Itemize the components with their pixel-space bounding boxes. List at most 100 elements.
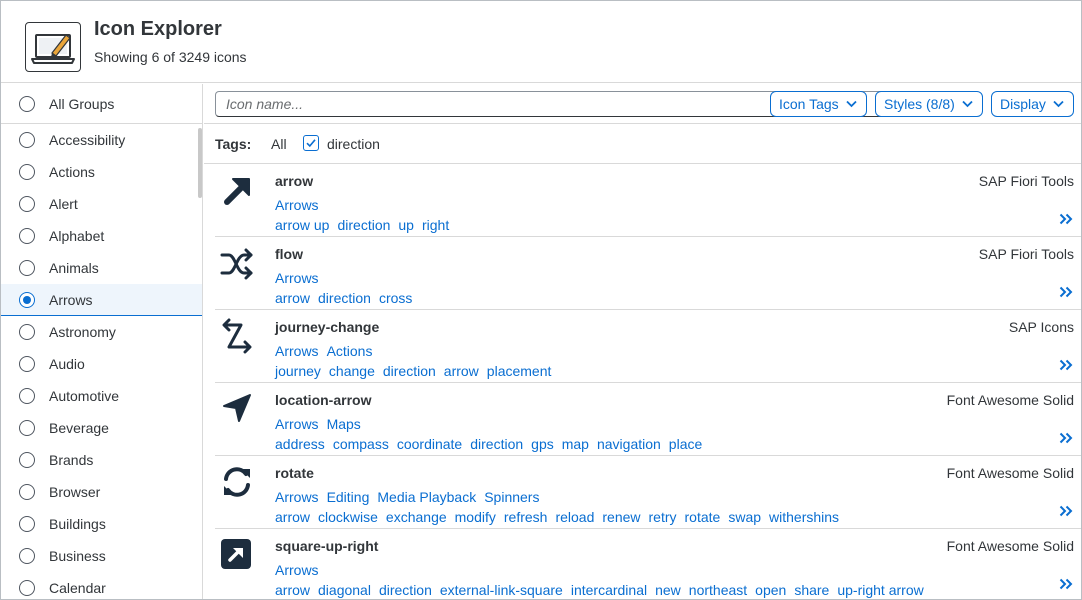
tag-link[interactable]: journey	[275, 363, 321, 379]
tag-link[interactable]: refresh	[504, 509, 548, 525]
tag-link[interactable]: share	[794, 582, 829, 598]
tag-all-link[interactable]: All	[271, 136, 287, 152]
icon-result-row[interactable]: flow SAP Fiori Tools Arrows arrow direction c…	[215, 237, 1081, 310]
tag-link[interactable]: modify	[455, 509, 496, 525]
direction-tag-checkbox[interactable]	[303, 135, 319, 151]
tag-link[interactable]: renew	[602, 509, 640, 525]
tag-link[interactable]: direction	[379, 582, 432, 598]
double-chevron-right-icon[interactable]	[1059, 285, 1073, 298]
sidebar-item-buildings[interactable]: Buildings	[1, 508, 202, 540]
sidebar-item-accessibility[interactable]: Accessibility	[1, 124, 202, 156]
tag-link[interactable]: right	[422, 217, 449, 233]
tag-link[interactable]: new	[655, 582, 681, 598]
all-groups-row[interactable]: All Groups	[1, 84, 202, 124]
double-chevron-right-icon[interactable]	[1059, 504, 1073, 517]
tag-link[interactable]: up	[398, 217, 414, 233]
radio-button[interactable]	[19, 452, 35, 468]
sidebar-item-arrows[interactable]: Arrows	[1, 284, 202, 316]
radio-button[interactable]	[19, 196, 35, 212]
tag-link[interactable]: placement	[487, 363, 552, 379]
direction-tag-label[interactable]: direction	[327, 136, 380, 152]
group-link[interactable]: Arrows	[275, 562, 319, 578]
radio-button[interactable]	[19, 260, 35, 276]
tag-link[interactable]: direction	[470, 436, 523, 452]
radio-button[interactable]	[19, 356, 35, 372]
tag-link[interactable]: exchange	[386, 509, 447, 525]
tag-link[interactable]: open	[755, 582, 786, 598]
tag-link[interactable]: swap	[728, 509, 761, 525]
tag-link[interactable]: place	[669, 436, 702, 452]
icon-result-row[interactable]: square-up-right Font Awesome Solid Arrows a…	[215, 529, 1081, 599]
tag-link[interactable]: rotate	[685, 509, 721, 525]
group-link[interactable]: Arrows	[275, 270, 319, 286]
tag-link[interactable]: withershins	[769, 509, 839, 525]
tag-link[interactable]: direction	[337, 217, 390, 233]
tag-link[interactable]: retry	[649, 509, 677, 525]
radio-button[interactable]	[19, 484, 35, 500]
sidebar-item-astronomy[interactable]: Astronomy	[1, 316, 202, 348]
group-link[interactable]: Maps	[327, 416, 361, 432]
radio-button[interactable]	[19, 132, 35, 148]
radio-button[interactable]	[19, 164, 35, 180]
icon-result-row[interactable]: journey-change SAP Icons Arrows Actions jour…	[215, 310, 1081, 383]
tag-link[interactable]: northeast	[689, 582, 747, 598]
tag-link[interactable]: arrow	[275, 582, 310, 598]
double-chevron-right-icon[interactable]	[1059, 431, 1073, 444]
tag-link[interactable]: arrow up	[275, 217, 329, 233]
sidebar-item-alphabet[interactable]: Alphabet	[1, 220, 202, 252]
radio-button[interactable]	[19, 548, 35, 564]
sidebar-scrollbar[interactable]	[198, 128, 202, 198]
radio-button[interactable]	[19, 516, 35, 532]
group-link[interactable]: Spinners	[484, 489, 539, 505]
tag-link[interactable]: external-link-square	[440, 582, 563, 598]
sidebar-item-beverage[interactable]: Beverage	[1, 412, 202, 444]
tag-link[interactable]: map	[562, 436, 589, 452]
sidebar-item-browser[interactable]: Browser	[1, 476, 202, 508]
group-link[interactable]: Arrows	[275, 343, 319, 359]
display-button[interactable]: Display	[991, 91, 1074, 117]
all-groups-radio-row[interactable]: All Groups	[1, 84, 202, 124]
double-chevron-right-icon[interactable]	[1059, 577, 1073, 590]
tag-link[interactable]: change	[329, 363, 375, 379]
icon-tags-button[interactable]: Icon Tags	[770, 91, 867, 117]
group-link[interactable]: Actions	[327, 343, 373, 359]
sidebar-item-alert[interactable]: Alert	[1, 188, 202, 220]
tag-link[interactable]: arrow	[444, 363, 479, 379]
radio-button[interactable]	[19, 388, 35, 404]
radio-button[interactable]	[19, 580, 35, 596]
radio-button[interactable]	[19, 324, 35, 340]
styles-button[interactable]: Styles (8/8)	[875, 91, 983, 117]
double-chevron-right-icon[interactable]	[1059, 212, 1073, 225]
tag-link[interactable]: direction	[383, 363, 436, 379]
sidebar-item-calendar[interactable]: Calendar	[1, 572, 202, 599]
radio-button[interactable]	[19, 96, 35, 112]
group-link[interactable]: Editing	[327, 489, 370, 505]
radio-button[interactable]	[19, 228, 35, 244]
icon-result-row[interactable]: rotate Font Awesome Solid Arrows Editing Med…	[215, 456, 1081, 529]
tag-link[interactable]: reload	[555, 509, 594, 525]
tag-link[interactable]: cross	[379, 290, 412, 306]
icon-result-row[interactable]: location-arrow Font Awesome Solid Arrows Ma…	[215, 383, 1081, 456]
sidebar-item-business[interactable]: Business	[1, 540, 202, 572]
group-link[interactable]: Arrows	[275, 197, 319, 213]
tag-link[interactable]: coordinate	[397, 436, 462, 452]
tag-link[interactable]: intercardinal	[571, 582, 647, 598]
tag-link[interactable]: diagonal	[318, 582, 371, 598]
group-link[interactable]: Media Playback	[377, 489, 476, 505]
tag-link[interactable]: arrow	[275, 509, 310, 525]
sidebar-item-audio[interactable]: Audio	[1, 348, 202, 380]
tag-link[interactable]: navigation	[597, 436, 661, 452]
radio-button[interactable]	[19, 291, 35, 308]
group-link[interactable]: Arrows	[275, 489, 319, 505]
double-chevron-right-icon[interactable]	[1059, 358, 1073, 371]
group-link[interactable]: Arrows	[275, 416, 319, 432]
sidebar-item-animals[interactable]: Animals	[1, 252, 202, 284]
tag-link[interactable]: direction	[318, 290, 371, 306]
tag-link[interactable]: up-right arrow	[837, 582, 923, 598]
sidebar-item-brands[interactable]: Brands	[1, 444, 202, 476]
tag-link[interactable]: clockwise	[318, 509, 378, 525]
radio-button[interactable]	[19, 420, 35, 436]
tag-link[interactable]: address	[275, 436, 325, 452]
tag-link[interactable]: arrow	[275, 290, 310, 306]
tag-link[interactable]: gps	[531, 436, 554, 452]
